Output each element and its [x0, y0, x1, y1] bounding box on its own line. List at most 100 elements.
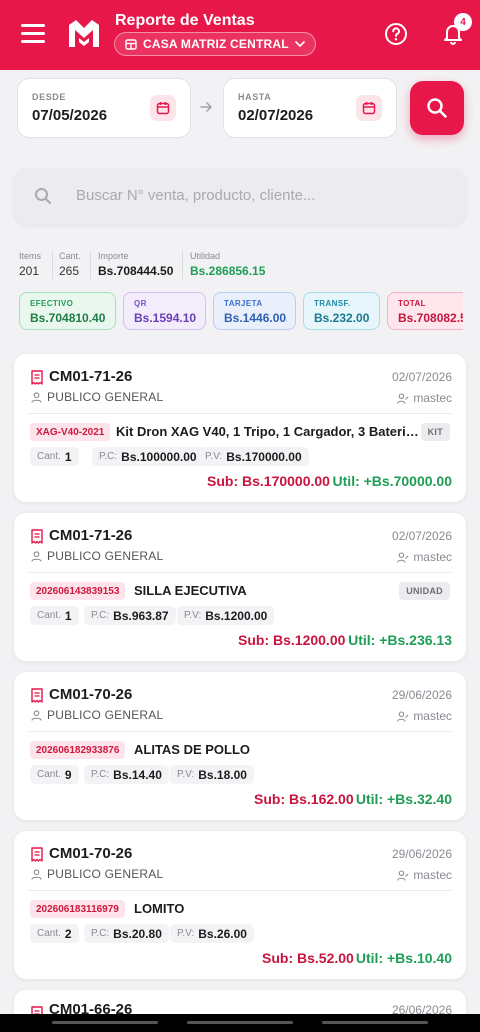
seller-icon	[397, 551, 409, 563]
seller: mastec	[397, 868, 452, 882]
cost-pill: P.C: Bs.100000.00	[92, 447, 204, 466]
sale-card[interactable]: CM01-70-26 29/06/2026 PUBLICO GENERAL ma…	[14, 672, 466, 820]
customer-name: PUBLICO GENERAL	[47, 549, 164, 563]
date-from-field[interactable]: DESDE 07/05/2026	[17, 78, 191, 138]
product-sku: 202606143839153	[30, 582, 126, 600]
summary-amount: Importe Bs.708444.50	[98, 251, 174, 278]
sale-date: 02/07/2026	[391, 370, 452, 384]
customer-name: PUBLICO GENERAL	[47, 390, 164, 404]
sale-code: CM01-71-26	[49, 368, 133, 385]
system-nav-bar	[0, 1014, 480, 1032]
user-icon	[31, 710, 42, 721]
chip-transfer[interactable]: TRANSF. Bs.232.00	[303, 292, 380, 330]
summary-items: Items 201	[19, 251, 42, 278]
product-name: ALITAS DE POLLO	[134, 742, 251, 757]
arrow-right-icon	[200, 102, 212, 112]
sale-code: CM01-70-26	[49, 845, 133, 862]
summary-profit: Utilidad Bs.286856.15	[190, 251, 266, 278]
sale-card[interactable]: CM01-71-26 02/07/2026 PUBLICO GENERAL ma…	[14, 354, 466, 502]
sale-card[interactable]: CM01-71-26 02/07/2026 PUBLICO GENERAL ma…	[14, 513, 466, 661]
calendar-icon[interactable]	[150, 95, 176, 121]
product-name: LOMITO	[134, 901, 185, 916]
receipt-icon	[31, 847, 43, 862]
notification-badge: 4	[454, 13, 472, 31]
sale-subtotal: Sub: Bs.1200.00	[238, 632, 346, 648]
seller: mastec	[397, 709, 452, 723]
seller-name: mastec	[413, 391, 452, 405]
chip-total[interactable]: TOTAL Bs.708082.50	[387, 292, 463, 330]
sale-subtotal: Sub: Bs.170000.00	[207, 473, 330, 489]
sale-code: CM01-70-26	[49, 686, 133, 703]
chip-card[interactable]: TARJETA Bs.1446.00	[213, 292, 296, 330]
user-icon	[31, 551, 42, 562]
seller-name: mastec	[413, 709, 452, 723]
menu-icon[interactable]	[21, 24, 45, 44]
date-to-label: HASTA	[238, 92, 272, 102]
seller: mastec	[397, 550, 452, 564]
sale-date: 29/06/2026	[391, 847, 452, 861]
product-sku: 202606183116979	[30, 900, 125, 918]
app-logo	[69, 20, 99, 47]
price-pill: P.V: Bs.170000.00	[198, 447, 309, 466]
qty-pill: Cant. 9	[30, 765, 79, 784]
user-icon	[31, 869, 42, 880]
seller-name: mastec	[413, 868, 452, 882]
customer-name: PUBLICO GENERAL	[47, 867, 164, 881]
help-icon[interactable]	[384, 22, 408, 46]
cost-pill: P.C: Bs.963.87	[84, 606, 176, 625]
summary-qty: Cant. 265	[59, 251, 81, 278]
branch-label: CASA MATRIZ CENTRAL	[143, 37, 289, 51]
receipt-icon	[31, 370, 43, 385]
sale-profit: Util: +Bs.32.40	[355, 791, 452, 807]
seller-icon	[397, 392, 409, 404]
sale-profit: Util: +Bs.10.40	[355, 950, 452, 966]
product-sku: 202606182933876	[30, 741, 126, 759]
sale-subtotal: Sub: Bs.162.00	[254, 791, 354, 807]
product-unit: UNIDAD	[399, 582, 450, 600]
sale-date: 29/06/2026	[391, 688, 452, 702]
sale-profit: Util: +Bs.70000.00	[332, 473, 452, 489]
search-icon	[35, 188, 51, 204]
date-from-label: DESDE	[32, 92, 67, 102]
qty-pill: Cant. 1	[30, 447, 79, 466]
date-from-value: 07/05/2026	[32, 107, 108, 124]
product-unit: KIT	[420, 423, 450, 441]
receipt-icon	[31, 688, 43, 703]
sale-date: 02/07/2026	[391, 529, 452, 543]
price-pill: P.V: Bs.1200.00	[177, 606, 275, 625]
chip-cash[interactable]: EFECTIVO Bs.704810.40	[19, 292, 116, 330]
product-sku: XAG-V40-2021	[30, 423, 111, 441]
date-to-field[interactable]: HASTA 02/07/2026	[223, 78, 397, 138]
sale-profit: Util: +Bs.236.13	[348, 632, 452, 648]
sale-subtotal: Sub: Bs.52.00	[262, 950, 354, 966]
payment-chips: EFECTIVO Bs.704810.40 QR Bs.1594.10 TARJ…	[0, 288, 463, 334]
search-placeholder: Buscar N° venta, producto, cliente...	[76, 187, 316, 204]
app-header: Reporte de Ventas CASA MATRIZ CENTRAL 4	[0, 0, 480, 70]
receipt-icon	[31, 529, 43, 544]
sale-code: CM01-71-26	[49, 527, 133, 544]
seller-name: mastec	[413, 550, 452, 564]
sale-card[interactable]: CM01-70-26 29/06/2026 PUBLICO GENERAL ma…	[14, 831, 466, 979]
search-button[interactable]	[410, 81, 464, 135]
cost-pill: P.C: Bs.14.40	[84, 765, 169, 784]
branch-selector[interactable]: CASA MATRIZ CENTRAL	[114, 32, 316, 56]
page-title: Reporte de Ventas	[115, 12, 255, 29]
price-pill: P.V: Bs.18.00	[170, 765, 254, 784]
price-pill: P.V: Bs.26.00	[170, 924, 254, 943]
calendar-icon[interactable]	[356, 95, 382, 121]
seller-icon	[397, 710, 409, 722]
seller: mastec	[397, 391, 452, 405]
user-icon	[31, 392, 42, 403]
cost-pill: P.C: Bs.20.80	[84, 924, 169, 943]
seller-icon	[397, 869, 409, 881]
date-to-value: 02/07/2026	[238, 107, 314, 124]
search-input[interactable]: Buscar N° venta, producto, cliente...	[14, 168, 466, 224]
qty-pill: Cant. 1	[30, 606, 79, 625]
qty-pill: Cant. 2	[30, 924, 79, 943]
store-icon	[125, 38, 137, 50]
customer-name: PUBLICO GENERAL	[47, 708, 164, 722]
product-name: Kit Dron XAG V40, 1 Tripo, 1 Cargador, 3…	[116, 424, 422, 439]
product-name: SILLA EJECUTIVA	[134, 583, 247, 598]
search-icon	[427, 98, 447, 118]
chip-qr[interactable]: QR Bs.1594.10	[123, 292, 206, 330]
